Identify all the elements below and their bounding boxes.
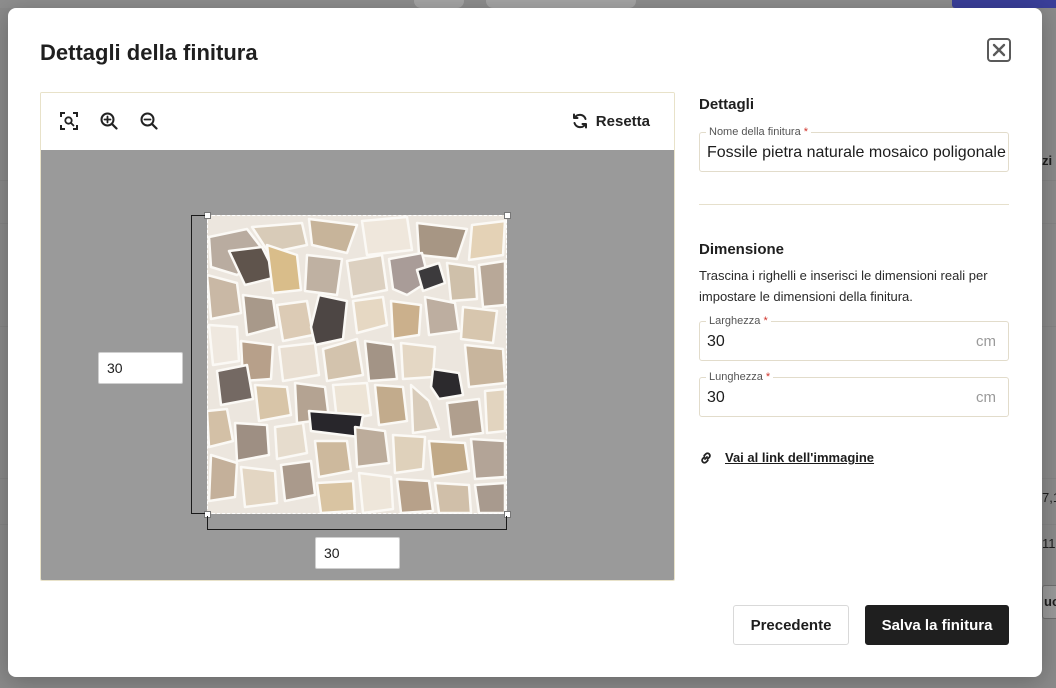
background-toolbar-button	[414, 0, 464, 8]
width-label: Larghezza *	[706, 315, 771, 327]
link-icon	[701, 451, 711, 464]
previous-button[interactable]: Precedente	[733, 605, 849, 645]
background-text: 11,	[1042, 536, 1056, 551]
dimension-section-title: Dimensione	[699, 241, 785, 258]
finish-texture-image	[207, 215, 507, 514]
details-section-title: Dettagli	[699, 96, 755, 113]
fit-to-screen-icon[interactable]	[59, 111, 79, 131]
background-text: uo	[1044, 594, 1056, 609]
background-text: 7,1	[1042, 490, 1056, 505]
width-value: 30	[707, 333, 725, 350]
width-unit: cm	[976, 333, 996, 350]
background-accent-button	[952, 0, 1056, 8]
finish-name-label: Nome della finitura *	[706, 126, 812, 138]
dimension-help-text: Trascina i righelli e inserisci le dimen…	[699, 268, 988, 304]
length-field[interactable]: Lunghezza * 30 cm	[699, 371, 1009, 417]
editor-toolbar: Resetta	[41, 93, 674, 150]
finish-details-modal: Dettagli della finitura Resetta 30 30 De…	[8, 8, 1042, 677]
modal-title: Dettagli della finitura	[40, 40, 258, 65]
editor-canvas: 30 30	[41, 150, 674, 580]
length-value: 30	[707, 389, 725, 406]
refresh-icon	[572, 113, 587, 129]
height-ruler[interactable]	[191, 215, 205, 514]
background-text: zi	[1042, 153, 1053, 168]
finish-name-field[interactable]: Nome della finitura * Fossile pietra nat…	[699, 126, 1009, 172]
finish-name-value: Fossile pietra naturale mosaico poligona…	[707, 144, 1006, 161]
image-editor: Resetta 30 30	[40, 92, 675, 581]
close-icon	[992, 43, 1006, 57]
zoom-in-icon[interactable]	[99, 111, 119, 131]
width-field[interactable]: Larghezza * 30 cm	[699, 315, 1009, 361]
section-divider	[699, 204, 1009, 205]
height-ruler-input[interactable]: 30	[98, 352, 183, 384]
length-unit: cm	[976, 389, 996, 406]
length-label: Lunghezza *	[706, 371, 774, 383]
crop-handle[interactable]	[504, 212, 511, 219]
reset-button[interactable]: Resetta	[572, 111, 650, 131]
image-link-label: Vai al link dell'immagine	[725, 450, 875, 465]
close-button[interactable]	[987, 38, 1011, 62]
save-finish-button[interactable]: Salva la finitura	[865, 605, 1009, 645]
crop-handle[interactable]	[204, 212, 211, 219]
background-toolbar-button	[486, 0, 636, 8]
width-ruler[interactable]	[207, 516, 507, 530]
width-ruler-input[interactable]: 30	[315, 537, 400, 569]
zoom-out-icon[interactable]	[139, 111, 159, 131]
image-link[interactable]: Vai al link dell'immagine	[699, 450, 874, 465]
reset-label: Resetta	[595, 112, 650, 130]
